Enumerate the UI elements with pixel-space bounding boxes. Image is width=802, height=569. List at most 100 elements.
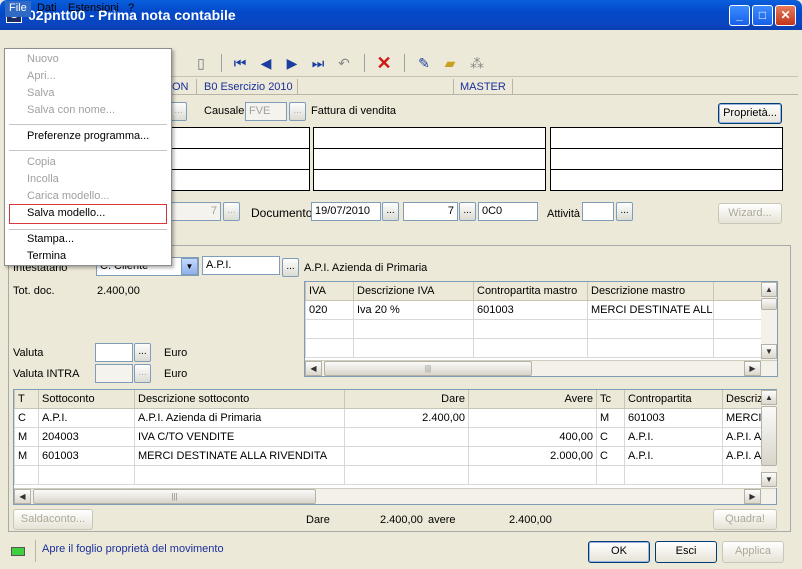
previous-record-icon[interactable]: ◀ <box>256 53 276 73</box>
scroll-down-icon[interactable]: ▼ <box>761 344 777 359</box>
moves-cell[interactable]: A.P.I. <box>624 445 723 466</box>
moves-col-header[interactable]: Contropartita <box>624 390 723 409</box>
valuta-intra-lookup-button[interactable]: ... <box>134 364 151 383</box>
notes-box-3[interactable] <box>550 127 783 191</box>
moves-cell[interactable]: M <box>14 445 39 466</box>
moves-cell[interactable]: A.P.I. Azienda di Primaria <box>134 407 345 428</box>
menu-estensioni[interactable]: Estensioni <box>64 1 123 17</box>
moves-cell[interactable]: M <box>596 407 625 428</box>
menu-item-preferenze[interactable]: Preferenze programma... <box>6 129 170 146</box>
moves-cell[interactable]: 204003 <box>38 426 135 447</box>
intestatario-lookup-button[interactable]: ... <box>282 258 299 277</box>
quadra-button[interactable]: Quadra! <box>713 509 777 530</box>
moves-col-header[interactable]: Tc <box>596 390 625 409</box>
table-row[interactable]: 020 Iva 20 % 601003 MERCI DESTINATE ALL <box>305 299 762 320</box>
moves-col-header[interactable]: Descriz <box>722 390 763 409</box>
moves-col-header[interactable]: Sottoconto <box>38 390 135 409</box>
moves-col-header[interactable]: T <box>14 390 39 409</box>
notes-box-1[interactable] <box>170 127 310 191</box>
causale-code-field[interactable]: FVE <box>245 102 287 121</box>
doc-date-button[interactable]: ... <box>382 202 399 221</box>
chevron-down-icon[interactable]: ▼ <box>181 258 198 275</box>
moves-cell[interactable]: C <box>596 426 625 447</box>
table-row[interactable]: C A.P.I. A.P.I. Azienda di Primaria 2.40… <box>14 407 763 428</box>
moves-vscroll-thumb[interactable] <box>761 406 777 466</box>
menu-item-termina[interactable]: Termina <box>6 249 170 266</box>
protocol-lookup-button[interactable]: ... <box>223 202 240 221</box>
menu-item-stampa[interactable]: Stampa... <box>6 232 170 249</box>
moves-cell[interactable]: A.P.I. <box>624 426 723 447</box>
moves-cell[interactable]: M <box>14 426 39 447</box>
moves-cell[interactable]: MERCI <box>722 407 763 428</box>
valuta-lookup-button[interactable]: ... <box>134 343 151 362</box>
delete-icon[interactable]: ✕ <box>374 53 394 73</box>
scroll-left-icon[interactable]: ◀ <box>305 361 322 376</box>
scroll-right-icon[interactable]: ▶ <box>744 361 761 376</box>
edit-icon[interactable]: ✎ <box>414 53 434 73</box>
iva-col-header[interactable]: Contropartita mastro <box>473 282 588 301</box>
moves-cell[interactable]: 2.400,00 <box>344 407 469 428</box>
wizard-button[interactable]: Wizard... <box>718 203 782 224</box>
scroll-left-icon[interactable]: ◀ <box>14 489 31 504</box>
moves-col-header[interactable]: Dare <box>344 390 469 409</box>
iva-cell[interactable]: Iva 20 % <box>353 299 474 320</box>
menu-help[interactable]: ? <box>124 1 138 17</box>
doc-series-field[interactable]: 0C0 <box>478 202 538 221</box>
saldaconto-button[interactable]: Saldaconto... <box>13 509 93 530</box>
notes-box-2[interactable] <box>313 127 546 191</box>
last-record-icon[interactable]: ⏭ <box>308 53 328 73</box>
folder-icon[interactable]: ▰ <box>440 53 460 73</box>
moves-cell[interactable] <box>344 445 469 466</box>
network-icon[interactable]: ⁂ <box>467 53 487 73</box>
iva-cell[interactable]: 601003 <box>473 299 588 320</box>
table-row[interactable] <box>14 464 763 485</box>
doc-number-button[interactable]: ... <box>459 202 476 221</box>
menu-item-nuovo[interactable]: Nuovo <box>6 52 170 69</box>
scroll-up-icon[interactable]: ▲ <box>761 282 777 297</box>
table-row[interactable]: M 204003 IVA C/TO VENDITE 400,00 C A.P.I… <box>14 426 763 447</box>
iva-vscroll-thumb[interactable] <box>761 298 777 310</box>
moves-cell[interactable] <box>468 407 597 428</box>
protocol-field[interactable]: 7 <box>170 202 221 221</box>
scroll-down-icon[interactable]: ▼ <box>761 472 777 487</box>
moves-cell[interactable]: 601003 <box>38 445 135 466</box>
maximize-button[interactable]: □ <box>752 5 773 26</box>
menu-item-salva[interactable]: Salva <box>6 86 170 103</box>
moves-cell[interactable]: MERCI DESTINATE ALLA RIVENDITA <box>134 445 345 466</box>
iva-col-header[interactable]: IVA <box>305 282 354 301</box>
properties-button[interactable]: Proprietà... <box>718 103 782 124</box>
moves-cell[interactable]: IVA C/TO VENDITE <box>134 426 345 447</box>
menu-item-copia[interactable]: Copia <box>6 155 170 172</box>
table-row[interactable] <box>305 337 762 358</box>
moves-cell[interactable]: A.P.I. A <box>722 426 763 447</box>
next-record-icon[interactable]: ▶ <box>282 53 302 73</box>
scroll-up-icon[interactable]: ▲ <box>761 390 777 405</box>
moves-col-header[interactable]: Descrizione sottoconto <box>134 390 345 409</box>
moves-hscroll-thumb[interactable]: ||| <box>33 489 316 504</box>
iva-hscroll-thumb[interactable]: ||| <box>324 361 532 376</box>
intestatario-code-field[interactable]: A.P.I. <box>202 256 280 275</box>
scroll-right-icon[interactable]: ▶ <box>744 489 761 504</box>
iva-col-header[interactable] <box>713 282 762 301</box>
menu-item-apri[interactable]: Apri... <box>6 69 170 86</box>
moves-cell[interactable]: A.P.I. A <box>722 445 763 466</box>
iva-col-header[interactable]: Descrizione mastro <box>587 282 714 301</box>
first-record-icon[interactable]: ⏮ <box>230 53 250 73</box>
menu-item-salva-con-nome[interactable]: Salva con nome... <box>6 103 170 120</box>
undo-icon[interactable]: ↶ <box>334 53 354 73</box>
doc-number-field[interactable]: 7 <box>403 202 458 221</box>
moves-col-header[interactable]: Avere <box>468 390 597 409</box>
menu-file[interactable]: File <box>5 1 31 17</box>
iva-cell[interactable]: MERCI DESTINATE ALL <box>587 299 714 320</box>
table-row[interactable]: M 601003 MERCI DESTINATE ALLA RIVENDITA … <box>14 445 763 466</box>
attivita-lookup-button[interactable]: ... <box>616 202 633 221</box>
moves-cell[interactable]: C <box>14 407 39 428</box>
moves-cell[interactable]: C <box>596 445 625 466</box>
exit-button[interactable]: Esci <box>655 541 717 563</box>
moves-cell[interactable] <box>344 426 469 447</box>
table-row[interactable] <box>305 318 762 339</box>
menu-item-incolla[interactable]: Incolla <box>6 172 170 189</box>
close-button[interactable]: ✕ <box>775 5 796 26</box>
moves-cell[interactable]: A.P.I. <box>38 407 135 428</box>
lookup-button[interactable]: ... <box>170 102 187 121</box>
